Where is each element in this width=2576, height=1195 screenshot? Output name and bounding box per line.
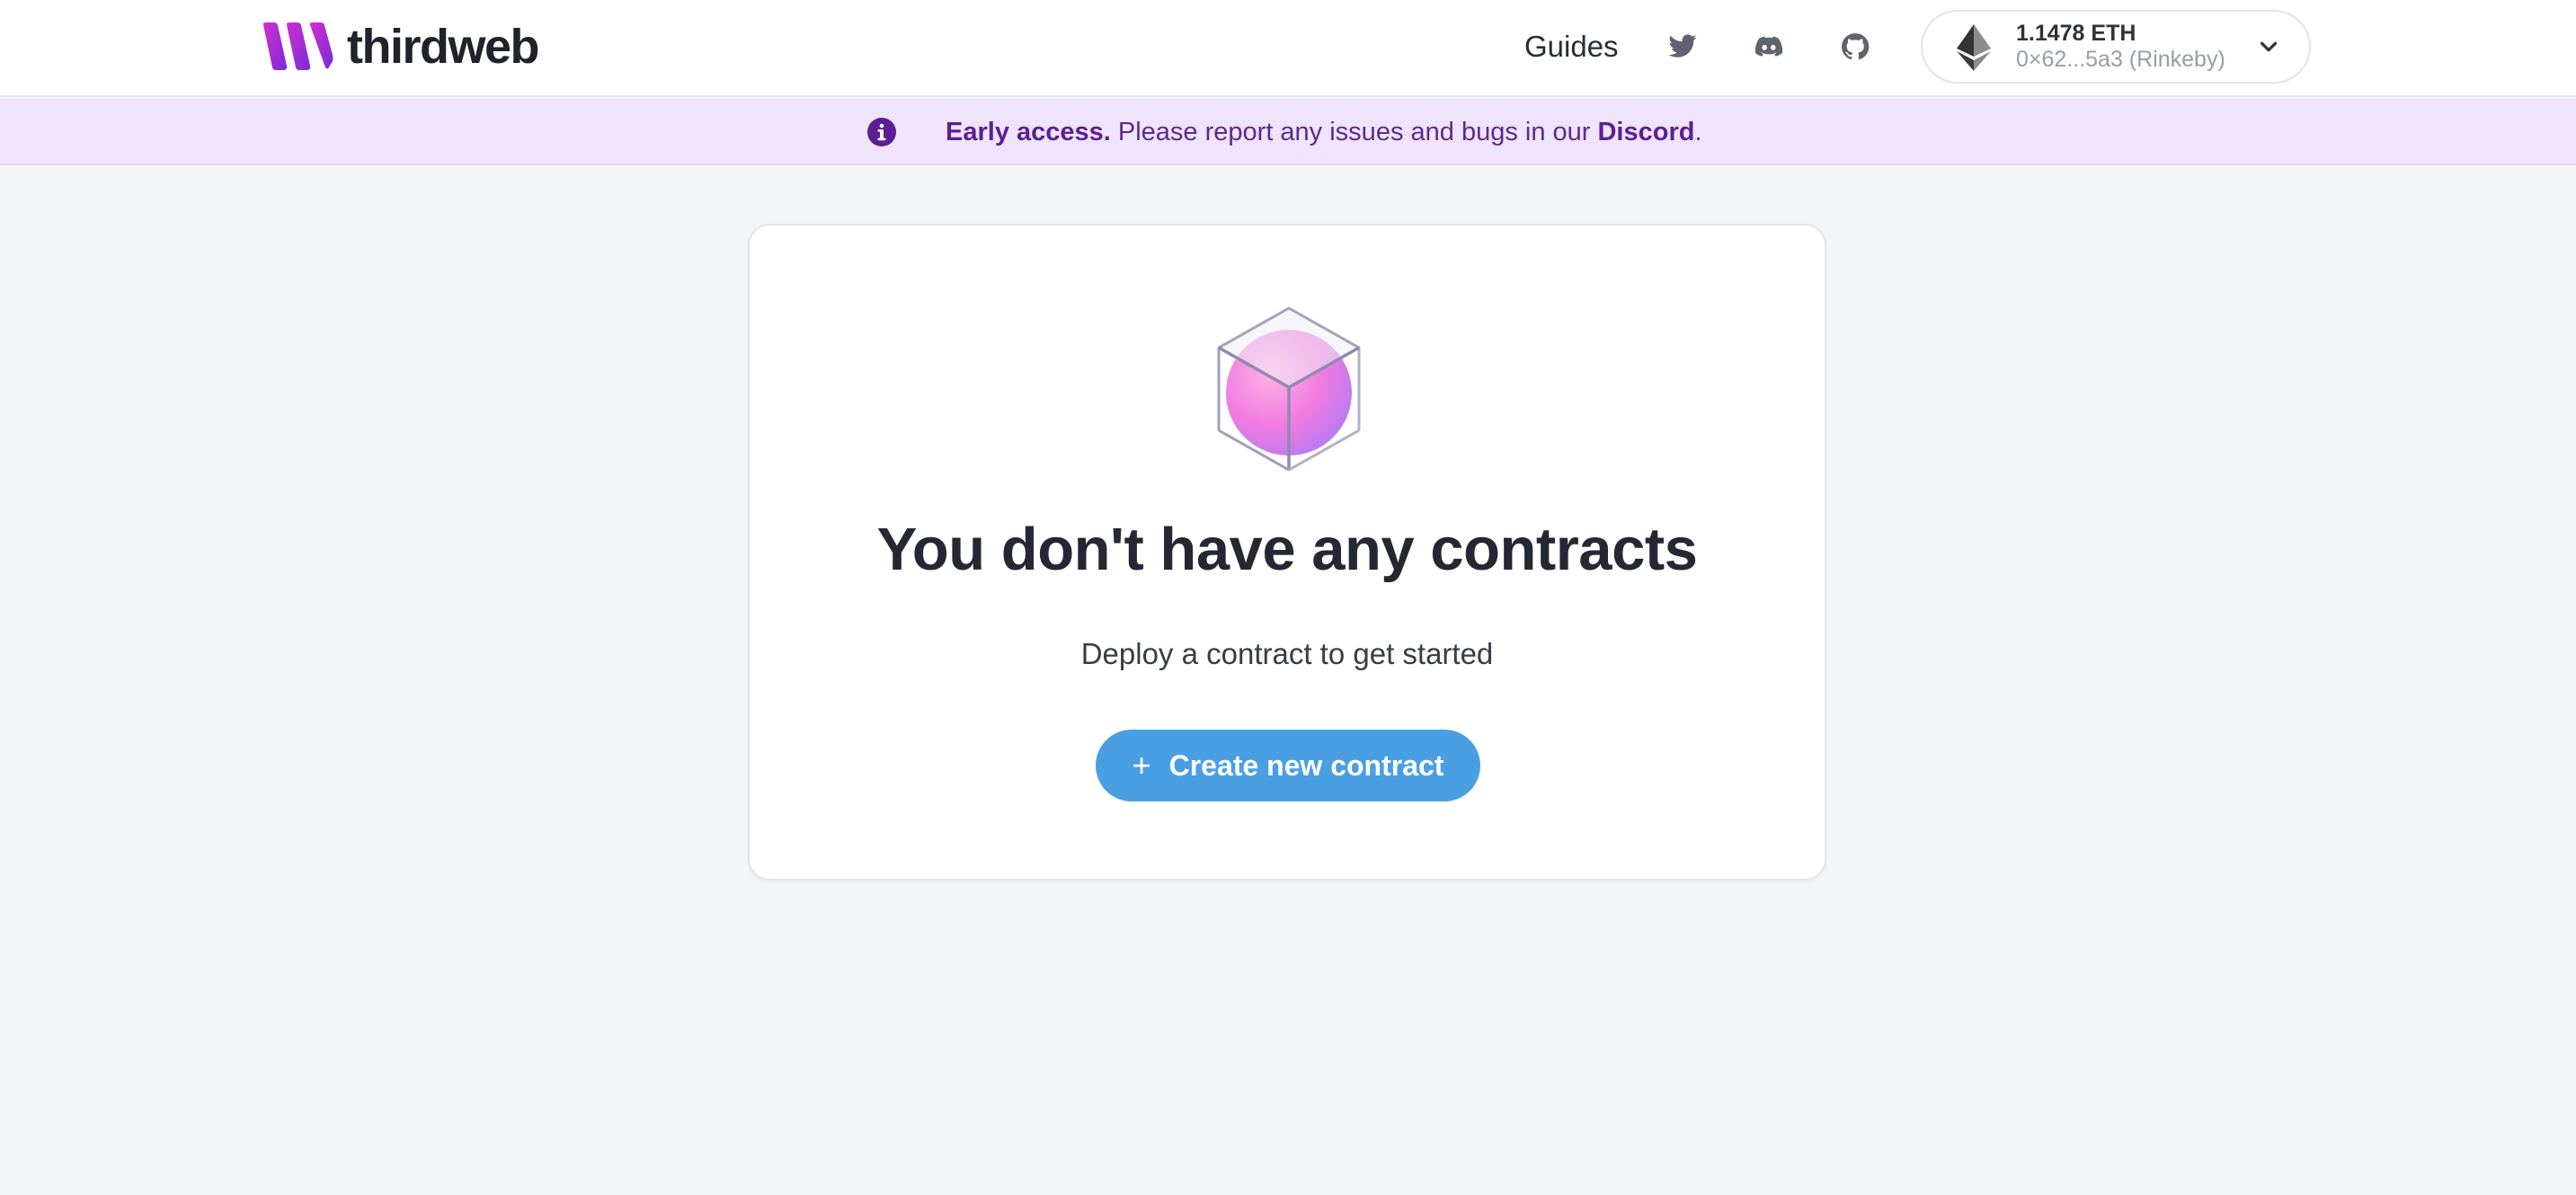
cube-icon (1217, 306, 1361, 472)
info-icon (867, 118, 896, 146)
wallet-balance: 1.1478 ETH (2016, 21, 2136, 46)
twitter-icon[interactable] (1663, 27, 1702, 66)
chevron-down-icon (2260, 41, 2278, 52)
banner-discord-link[interactable]: Discord (1597, 118, 1694, 146)
wallet-address: 0×62...5a3 (Rinkeby) (2016, 47, 2225, 72)
brand-name: thirdweb (347, 20, 540, 74)
empty-state-subtitle: Deploy a contract to get started (1080, 637, 1494, 670)
banner-body-text: Please report any issues and bugs in our (1110, 118, 1598, 146)
create-new-contract-button[interactable]: + Create new contract (1096, 730, 1480, 801)
early-access-banner: Early access. Please report any issues a… (0, 99, 2576, 165)
banner-suffix: . (1694, 118, 1702, 146)
thirdweb-logo[interactable]: thirdweb (262, 20, 540, 74)
empty-state-title: You don't have any contracts (876, 516, 1698, 583)
top-navbar: thirdweb Guides 1.1478 ETH 0×62...5a3 (R… (0, 0, 2576, 97)
banner-message: Early access. Please report any issues a… (946, 114, 1702, 150)
plus-icon: + (1132, 747, 1151, 783)
ethereum-icon (1957, 24, 1991, 71)
create-button-label: Create new contract (1168, 748, 1444, 782)
nav-guides-link[interactable]: Guides (1524, 25, 1619, 68)
empty-contracts-card: You don't have any contracts Deploy a co… (748, 224, 1826, 881)
banner-strong-text: Early access. (946, 118, 1111, 146)
github-icon[interactable] (1835, 27, 1875, 66)
wallet-connect-button[interactable]: 1.1478 ETH 0×62...5a3 (Rinkeby) (1921, 10, 2311, 84)
thirdweb-logo-icon (262, 22, 333, 70)
discord-icon[interactable] (1749, 27, 1789, 66)
